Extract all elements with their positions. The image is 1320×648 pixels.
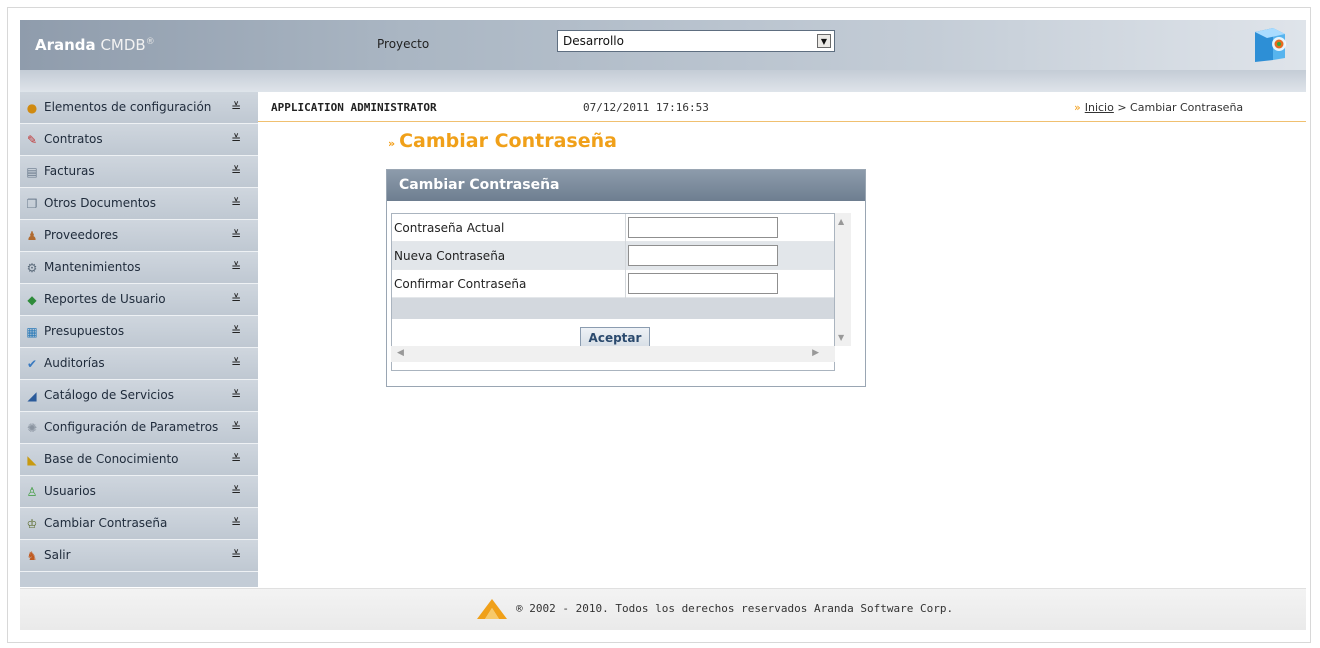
sidebar-item-maintenance[interactable]: ⚙ Mantenimientos ≚ — [20, 252, 258, 284]
breadcrumb-home-link[interactable]: Inicio — [1085, 101, 1114, 114]
sidebar-item-budgets[interactable]: ▦ Presupuestos ≚ — [20, 316, 258, 348]
current-datetime: 07/12/2011 17:16:53 — [583, 101, 709, 114]
project-select[interactable]: Desarrollo ▼ — [557, 30, 835, 52]
audits-icon: ✔ — [26, 357, 38, 371]
sidebar-item-change-password[interactable]: ♔ Cambiar Contraseña ≚ — [20, 508, 258, 540]
page-title: » Cambiar Contraseña — [388, 130, 617, 152]
confirm-password-label: Confirmar Contraseña — [394, 277, 527, 291]
invoices-icon: ▤ — [26, 165, 38, 179]
sidebar-item-services-catalog[interactable]: ◢ Catálogo de Servicios ≚ — [20, 380, 258, 412]
gear-icon: ✺ — [26, 421, 38, 435]
knowledge-base-icon: ◣ — [27, 453, 37, 467]
chevron-double-down-icon[interactable]: ≚ — [231, 100, 241, 114]
new-password-row: Nueva Contraseña — [392, 242, 834, 270]
sidebar-item-exit[interactable]: ♞ Salir ≚ — [20, 540, 258, 572]
current-password-row: Contraseña Actual — [392, 214, 834, 242]
chevron-double-down-icon[interactable]: ≚ — [231, 548, 241, 562]
breadcrumb: » Inicio > Cambiar Contraseña — [1074, 101, 1243, 114]
breadcrumb-arrow-icon: » — [1074, 101, 1081, 114]
panel-title: Cambiar Contraseña — [387, 170, 865, 201]
scroll-right-icon[interactable]: ▶ — [812, 348, 819, 358]
chevron-double-down-icon[interactable]: ≚ — [231, 420, 241, 434]
chevron-double-down-icon[interactable]: ≚ — [231, 164, 241, 178]
chevron-double-down-icon[interactable]: ≚ — [231, 228, 241, 242]
chevron-double-down-icon[interactable]: ≚ — [231, 196, 241, 210]
chevron-double-down-icon[interactable]: ≚ — [231, 292, 241, 306]
copyright-text: ® 2002 - 2010. Todos los derechos reserv… — [516, 602, 954, 615]
sidebar-item-contracts[interactable]: ✎ Contratos ≚ — [20, 124, 258, 156]
sidebar-item-knowledge-base[interactable]: ◣ Base de Conocimiento ≚ — [20, 444, 258, 476]
sidebar-item-user-reports[interactable]: ◆ Reportes de Usuario ≚ — [20, 284, 258, 316]
scroll-up-icon[interactable]: ▲ — [838, 217, 844, 226]
project-select-value: Desarrollo — [563, 34, 624, 48]
chevron-double-down-icon[interactable]: ≚ — [231, 452, 241, 466]
sidebar-item-users[interactable]: ♙ Usuarios ≚ — [20, 476, 258, 508]
sidebar-item-other-documents[interactable]: ❐ Otros Documentos ≚ — [20, 188, 258, 220]
app-header: Aranda CMDB® Proyecto Desarrollo ▼ — [20, 20, 1306, 70]
sidebar: ● Elementos de configuración ≚ ✎ Contrat… — [20, 92, 258, 587]
sidebar-item-audits[interactable]: ✔ Auditorías ≚ — [20, 348, 258, 380]
project-label: Proyecto — [377, 37, 430, 51]
horizontal-scrollbar[interactable]: ◀ ▶ — [391, 346, 835, 362]
current-user: APPLICATION ADMINISTRATOR — [271, 101, 437, 114]
app-logo: Aranda CMDB® — [35, 36, 155, 54]
exit-icon: ♞ — [26, 549, 38, 563]
users-icon: ♙ — [26, 485, 38, 499]
header-subbar — [20, 70, 1306, 92]
chevron-double-down-icon[interactable]: ≚ — [231, 484, 241, 498]
config-elements-icon: ● — [26, 101, 38, 115]
suppliers-icon: ♟ — [26, 229, 38, 243]
documents-icon: ❐ — [26, 197, 38, 211]
cmdb-app-icon — [1255, 28, 1286, 62]
aranda-logo-icon — [477, 599, 507, 619]
services-catalog-icon: ◢ — [27, 389, 37, 403]
chevron-down-icon[interactable]: ▼ — [817, 34, 831, 48]
sidebar-item-suppliers[interactable]: ♟ Proveedores ≚ — [20, 220, 258, 252]
top-info-bar: APPLICATION ADMINISTRATOR 07/12/2011 17:… — [258, 92, 1306, 122]
chevron-double-down-icon[interactable]: ≚ — [231, 324, 241, 338]
confirm-password-row: Confirmar Contraseña — [392, 270, 834, 298]
chevron-double-down-icon[interactable]: ≚ — [231, 516, 241, 530]
chevron-double-down-icon[interactable]: ≚ — [231, 356, 241, 370]
breadcrumb-current: > Cambiar Contraseña — [1117, 101, 1244, 114]
chevron-double-down-icon[interactable]: ≚ — [231, 260, 241, 274]
new-password-label: Nueva Contraseña — [394, 249, 506, 263]
current-password-label: Contraseña Actual — [394, 221, 505, 235]
scroll-left-icon[interactable]: ◀ — [397, 348, 404, 358]
scroll-down-icon[interactable]: ▼ — [838, 333, 844, 342]
sidebar-item-config-elements[interactable]: ● Elementos de configuración ≚ — [20, 92, 258, 124]
chevron-double-down-icon[interactable]: ≚ — [231, 132, 241, 146]
sidebar-item-parameters[interactable]: ✺ Configuración de Parametros ≚ — [20, 412, 258, 444]
budgets-icon: ▦ — [26, 325, 38, 339]
grid-footer-band — [392, 298, 834, 319]
title-arrow-icon: » — [388, 137, 396, 150]
current-password-input[interactable] — [628, 217, 778, 238]
maintenance-icon: ⚙ — [26, 261, 38, 275]
change-password-panel: Cambiar Contraseña Contraseña Actual Nue… — [386, 169, 866, 387]
reports-icon: ◆ — [27, 293, 37, 307]
chevron-double-down-icon[interactable]: ≚ — [231, 388, 241, 402]
page-footer: ® 2002 - 2010. Todos los derechos reserv… — [20, 588, 1306, 630]
vertical-scrollbar[interactable]: ▲ ▼ — [835, 213, 851, 346]
new-password-input[interactable] — [628, 245, 778, 266]
change-password-icon: ♔ — [26, 517, 38, 531]
contracts-icon: ✎ — [26, 133, 38, 147]
confirm-password-input[interactable] — [628, 273, 778, 294]
sidebar-item-invoices[interactable]: ▤ Facturas ≚ — [20, 156, 258, 188]
